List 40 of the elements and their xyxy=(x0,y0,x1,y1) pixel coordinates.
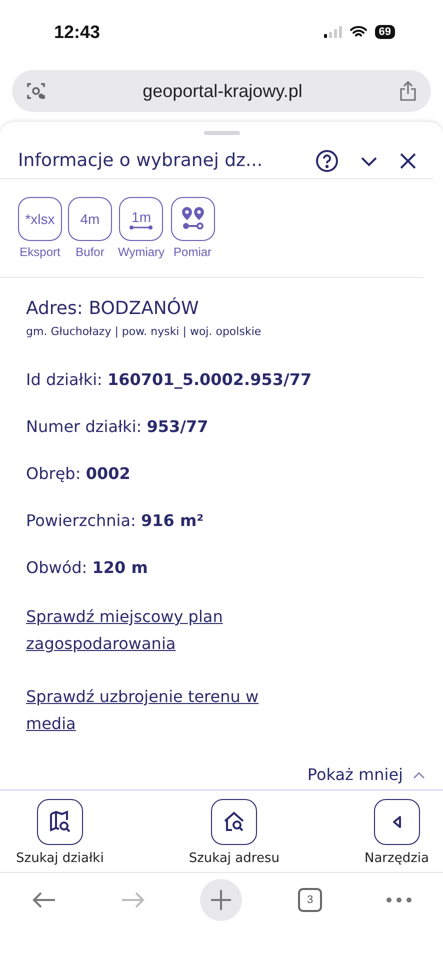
info-line: Obręb: 0002 xyxy=(26,464,132,483)
back-arrow-icon xyxy=(31,890,58,910)
map-search-icon xyxy=(48,810,72,834)
nav-button[interactable]: Narzędzia xyxy=(364,799,429,866)
signal-icon xyxy=(324,26,342,38)
info-link[interactable]: Sprawdź miejscowy plan zagospodarowania xyxy=(26,603,276,657)
info-line: Powierzchnia: 916 m² xyxy=(26,511,205,530)
share-icon[interactable] xyxy=(399,80,417,102)
nav-button[interactable]: Szukaj adresu xyxy=(188,799,280,866)
map-pins-icon xyxy=(180,206,206,232)
battery-indicator: 69 xyxy=(374,25,395,39)
address-subtitle: gm. Głuchołazy | pow. nyski | woj. opolskie xyxy=(26,325,262,338)
nav-button[interactable]: Szukaj działki xyxy=(16,799,104,866)
help-button[interactable] xyxy=(315,148,339,172)
ruler-icon xyxy=(129,224,154,230)
wifi-icon xyxy=(350,26,367,38)
panel-title: Informacje o wybranej dz... xyxy=(18,150,264,171)
plus-icon xyxy=(210,889,232,911)
address-bar[interactable]: geoportal-krajowy.pl xyxy=(12,70,431,112)
more-icon xyxy=(386,897,412,903)
house-search-icon xyxy=(222,810,246,834)
drag-handle[interactable] xyxy=(204,131,240,135)
chevron-up-icon xyxy=(413,770,425,778)
info-line: Obwód: 120 m xyxy=(26,558,149,577)
camera-scan-icon[interactable] xyxy=(26,81,46,101)
show-less-button[interactable]: Pokaż mniej xyxy=(307,765,425,784)
info-line: Numer działki: 953/77 xyxy=(26,417,210,436)
tool-glyph: *xlsx xyxy=(25,211,55,227)
tool-glyph: 4m xyxy=(80,211,100,227)
url-text: geoportal-krajowy.pl xyxy=(142,80,302,102)
triangle-left-icon xyxy=(390,815,403,829)
tabs-button[interactable]: 3 xyxy=(289,879,332,921)
info-line: Id działki: 160701_5.0002.953/77 xyxy=(26,370,313,389)
address-heading: Adres: BODZANÓW xyxy=(26,298,200,319)
new-tab-button[interactable] xyxy=(200,879,242,921)
info-link[interactable]: Sprawdź uzbrojenie terenu w media xyxy=(26,683,276,737)
forward-arrow-icon xyxy=(120,890,146,910)
close-button[interactable] xyxy=(399,152,417,170)
tool-glyph: 1m xyxy=(132,208,151,224)
status-time: 12:43 xyxy=(54,22,100,42)
